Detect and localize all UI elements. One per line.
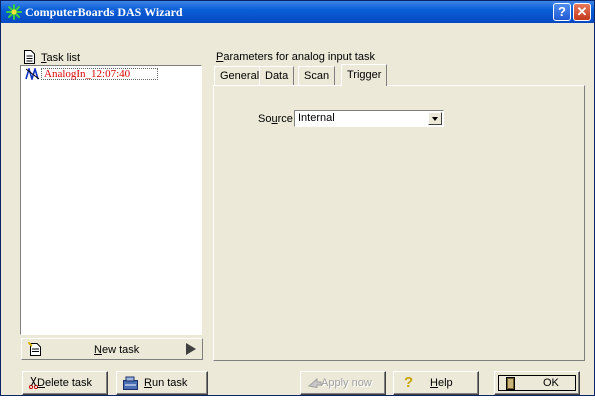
source-select[interactable]: Internal [294, 110, 444, 127]
apply-now-label: Apply now [321, 377, 372, 389]
tab-scan[interactable]: Scan [298, 66, 336, 85]
ok-button[interactable]: OK [494, 371, 580, 395]
tasklist-label-rest: ask list [46, 52, 81, 64]
source-value: Internal [298, 112, 335, 124]
new-task-button[interactable]: New task [21, 338, 203, 360]
title-bar[interactable]: ComputerBoards DAS Wizard ? ✕ [1, 1, 594, 23]
arrow-right-icon [186, 343, 196, 355]
ok-label: OK [543, 377, 559, 389]
new-document-icon [28, 342, 41, 356]
window-title: ComputerBoards DAS Wizard [25, 5, 183, 19]
tab-data[interactable]: Data [259, 66, 295, 85]
new-task-rest: ew task [101, 344, 140, 356]
parameters-title-rest: arameters for analog input task [223, 51, 375, 63]
help-question-icon: ? [404, 374, 414, 391]
tab-trigger[interactable]: Trigger [341, 64, 388, 86]
document-icon [24, 50, 35, 64]
help-label: Help [430, 377, 453, 389]
delete-task-rest: elete task [44, 377, 93, 389]
help-rest: elp [437, 377, 453, 389]
title-close-button[interactable]: ✕ [573, 3, 591, 21]
delete-task-label: Delete task [37, 377, 92, 389]
delete-task-accel: D [37, 377, 45, 389]
waveform-icon [25, 68, 40, 80]
source-label-pre: So [258, 113, 272, 125]
parameters-title: Parameters for analog input task [216, 51, 375, 63]
run-task-rest: un task [151, 377, 188, 389]
tab-general[interactable]: General [214, 66, 266, 85]
task-item-label: AnalogIn_12:07:40 [41, 68, 158, 80]
title-help-button[interactable]: ? [553, 3, 571, 21]
help-accel: H [430, 377, 438, 389]
run-task-accel: R [144, 377, 152, 389]
help-button[interactable]: ? Help [393, 371, 479, 395]
door-icon [506, 377, 515, 390]
tasklist-label: Task list [41, 52, 80, 66]
new-task-accel: N [94, 344, 102, 356]
delete-task-button[interactable]: Delete task [22, 371, 108, 395]
run-task-icon [123, 376, 138, 390]
apply-now-button[interactable]: Apply now [300, 371, 386, 395]
new-task-label: New task [94, 344, 139, 356]
tasklist-box[interactable]: AnalogIn_12:07:40 [20, 65, 202, 335]
apply-arrow-icon [308, 378, 322, 388]
run-task-button[interactable]: Run task [116, 371, 208, 395]
source-label: Source [258, 113, 293, 125]
chevron-down-icon[interactable] [428, 112, 442, 125]
source-label-post: rce [277, 113, 293, 125]
run-task-label: Run task [144, 377, 187, 389]
app-star-icon [6, 4, 22, 20]
